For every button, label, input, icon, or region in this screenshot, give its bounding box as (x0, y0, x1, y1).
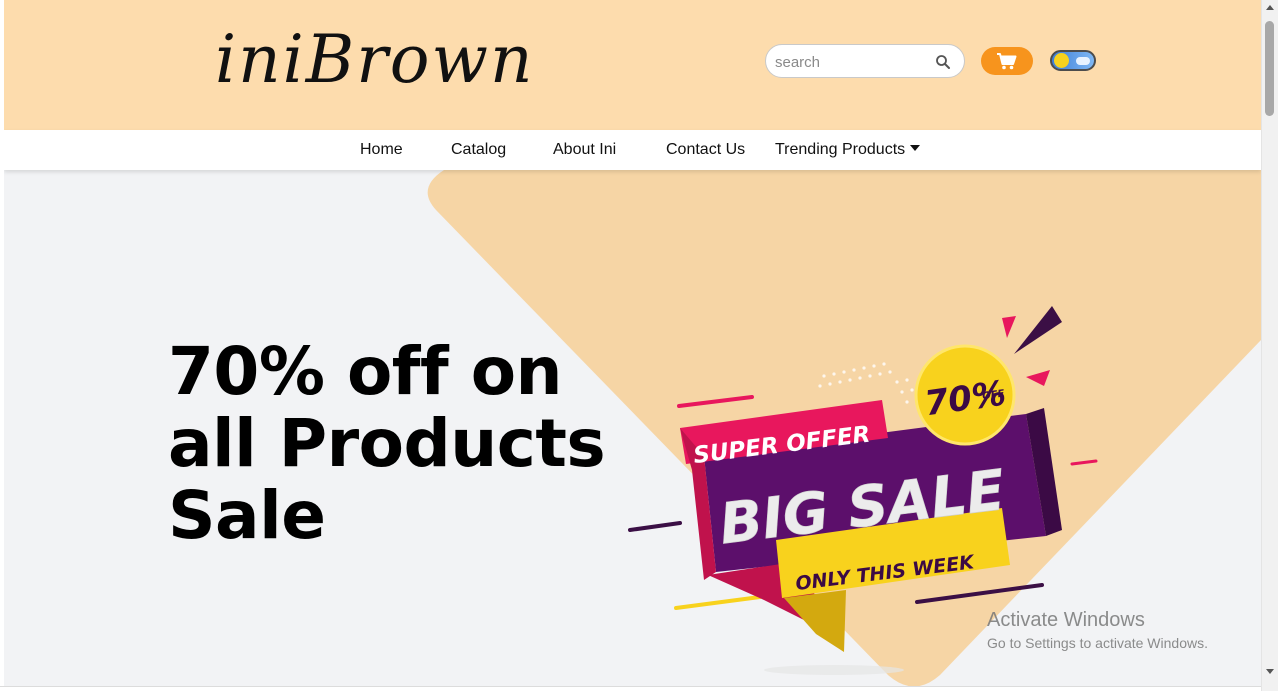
search-box (765, 44, 965, 78)
scrollbar-thumb[interactable] (1265, 21, 1274, 116)
cart-button[interactable] (981, 47, 1033, 75)
watermark-line-1: Activate Windows (987, 609, 1145, 631)
only-this-week-tail (784, 590, 846, 652)
site-header: iniBrown (4, 0, 1261, 130)
scroll-down-arrow-icon[interactable] (1266, 669, 1274, 674)
deco-line (628, 521, 682, 532)
hero-title: 70% off on all Products Sale (168, 336, 608, 552)
windows-activation-watermark: Activate Windows Go to Settings to activ… (987, 609, 1208, 651)
main-nav: Home Catalog About Ini Contact Us Trendi… (4, 130, 1261, 170)
sun-icon (1054, 53, 1069, 68)
watermark-line-2: Go to Settings to activate Windows. (987, 635, 1208, 651)
deco-line (674, 595, 762, 610)
page: iniBrown Home Catalog About Ini C (4, 0, 1261, 686)
brand-logo-text: iniBrown (215, 21, 535, 98)
badge-shadow (764, 665, 904, 675)
nav-item-home[interactable]: Home (360, 141, 403, 159)
nav-item-contact-us[interactable]: Contact Us (666, 141, 745, 159)
cloud-icon (1076, 57, 1090, 65)
nav-item-catalog[interactable]: Catalog (451, 141, 506, 159)
brand-logo[interactable]: iniBrown (209, 4, 539, 114)
hero-title-line: 70% off on (168, 333, 563, 410)
hero-title-line: Sale (168, 477, 326, 554)
cart-icon (997, 53, 1017, 70)
hero-title-line: all Products (168, 405, 606, 482)
nav-item-trending-products[interactable]: Trending Products (775, 141, 921, 159)
caret-down-icon (910, 145, 921, 151)
nav-item-about-ini[interactable]: About Ini (553, 141, 616, 159)
search-input[interactable] (775, 51, 925, 73)
nav-item-label: Trending Products (775, 141, 906, 158)
scroll-up-arrow-icon[interactable] (1266, 5, 1274, 10)
search-icon[interactable] (935, 54, 951, 70)
theme-toggle[interactable] (1050, 50, 1096, 71)
window-bottom-edge (0, 686, 1261, 691)
page-scrollbar[interactable] (1261, 0, 1278, 691)
